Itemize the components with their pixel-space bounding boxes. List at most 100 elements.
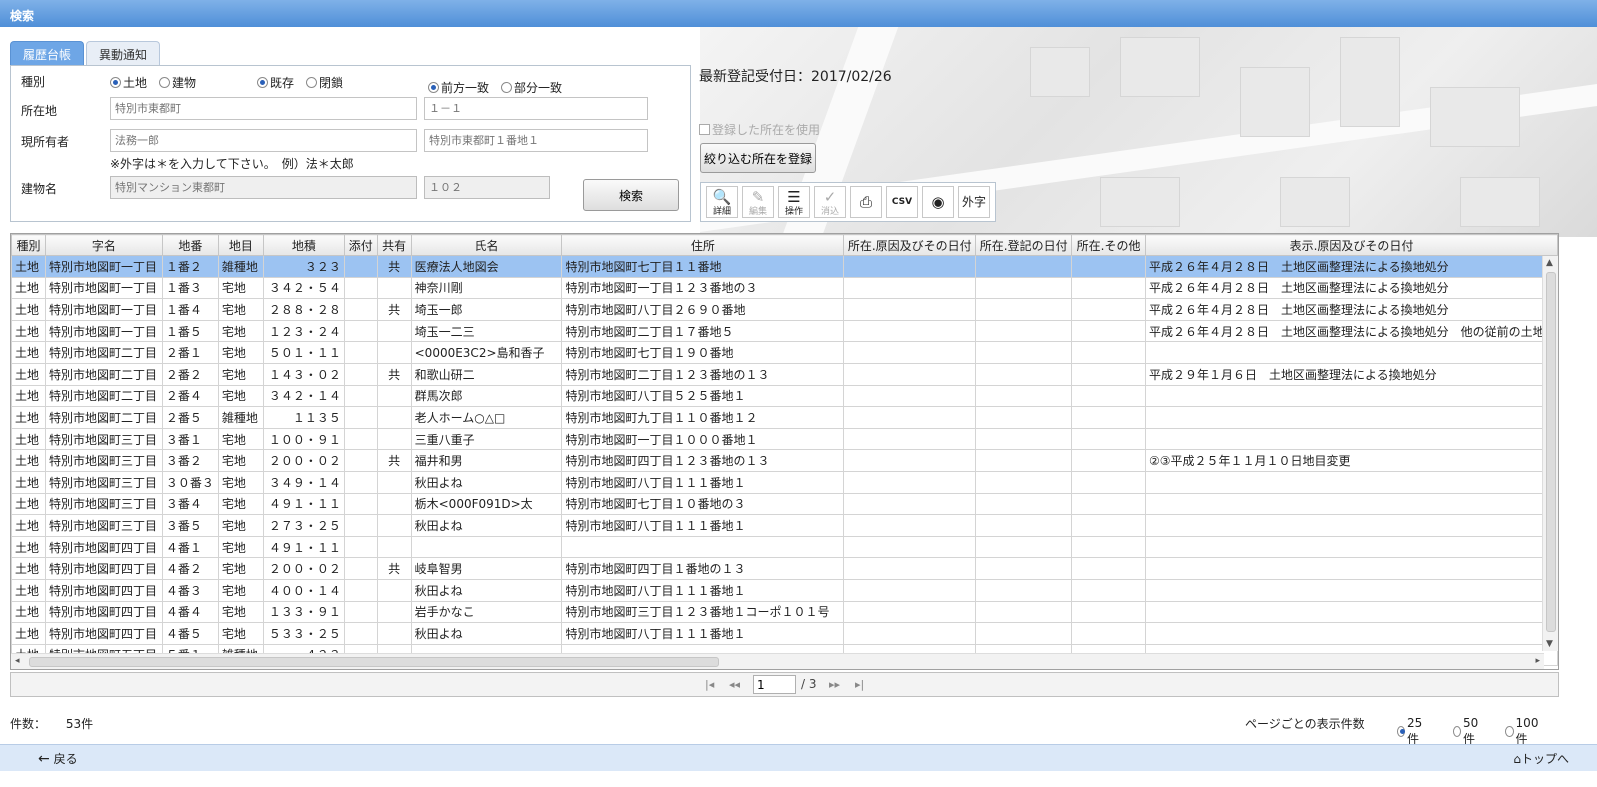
table-row[interactable]: 土地 特別市地図町一丁目 １番３ 宅地 ３４２・５４ 神奈川剛 特別市地図町一丁目１２３番地… [11,276,1558,300]
scroll-left-icon[interactable]: ◂ [15,656,20,666]
building-name-input[interactable] [110,176,417,199]
table-row[interactable]: 土地 特別市地図町三丁目 ３番１ 宅地 １００・９１ 三重八重子 特別市地図町一丁目１０００… [11,427,1558,451]
tab-history-ledger[interactable]: 履歴台帳 [10,41,85,65]
radio-closed[interactable]: 閉鎖 [306,74,343,91]
room-number-input[interactable] [424,176,550,199]
tab-change-notice[interactable]: 異動通知 [86,41,161,65]
table-cell: 土地 [11,341,46,364]
scroll-up-icon[interactable]: ▲ [1546,258,1553,268]
vertical-scrollbar[interactable]: ▲ ▼ [1542,256,1558,651]
table-cell [975,341,1073,364]
col-header[interactable]: 所在.登記の日付 [975,234,1073,256]
radio-partial-match[interactable]: 部分一致 [501,79,562,96]
table-cell: 和歌山研二 [410,362,563,386]
location-input[interactable] [110,97,417,120]
table-cell: 群馬次郎 [410,384,563,408]
search-button[interactable]: 検索 [583,179,679,211]
table-cell [410,535,563,559]
table-cell: 特別市地図町三丁目 [44,427,163,451]
table-cell: ３４２・５４ [262,276,345,300]
table-cell: 特別市地図町一丁目 [44,298,163,321]
owner-address-input[interactable] [424,129,648,152]
vertical-scroll-thumb[interactable] [1546,272,1556,632]
radio-50[interactable]: 50件 [1453,716,1481,747]
table-cell [1071,514,1147,537]
col-header[interactable]: 地目 [217,234,264,256]
radio-prefix-match[interactable]: 前方一致 [428,79,489,96]
col-header[interactable]: 所在.原因及びその日付 [843,234,977,256]
owner-input[interactable] [110,129,417,152]
prev-page-icon[interactable]: ◂◂ [729,678,740,691]
table-row[interactable]: 土地 特別市地図町二丁目 ２番１ 宅地 ５０１・１１ <0000E3C2>島和香子 特別市地… [11,341,1558,364]
table-row[interactable]: 土地 特別市地図町四丁目 ４番３ 宅地 ４００・１４ 秋田よね 特別市地図町八丁目１１１番地… [11,578,1558,602]
gaiji-button[interactable]: 外字 [958,186,990,218]
table-row[interactable]: 土地 特別市地図町二丁目 ２番２ 宅地 １４３・０２ 共和歌山研二 特別市地図町二丁目１２３… [11,362,1558,386]
lot-number-input[interactable] [424,97,648,120]
erase-caption: 消込 [820,207,839,217]
scroll-down-icon[interactable]: ▼ [1546,639,1553,649]
register-location-button[interactable]: 絞り込む所在を登録 [700,143,816,173]
use-registered-location-checkbox[interactable]: 登録した所在を使用 [699,121,820,138]
table-row[interactable]: 土地 特別市地図町一丁目 １番２ 雑種地 ３２３ 共医療法人地図会 特別市地図町七丁目１１番… [11,255,1558,278]
next-page-icon[interactable]: ▸▸ [829,678,840,691]
table-cell: １番２ [161,255,219,278]
col-header[interactable]: 地積 [262,234,345,256]
radio-building[interactable]: 建物 [159,74,196,91]
table-row[interactable]: 土地 特別市地図町二丁目 ２番５ 雑種地 １１３５ 老人ホーム○△□ 特別市地図町九丁目１１… [11,406,1558,429]
radio-existing[interactable]: 既存 [257,74,294,91]
col-header[interactable]: 種別 [11,234,46,256]
col-header[interactable]: 表示.原因及びその日付 [1145,234,1558,256]
first-page-icon[interactable]: |◂ [705,678,714,691]
table-row[interactable]: 土地 特別市地図町三丁目 ３０番３ 宅地 ３４９・１４ 秋田よね 特別市地図町八丁目１１１番… [11,470,1558,494]
toolbar: 🔍 詳細 ✎ 編集 ☰ 操作 ✓ 消込 ⎙ CSV ◉ 外字 [700,182,996,222]
table-row[interactable]: 土地 特別市地図町三丁目 ３番５ 宅地 ２７３・２５ 秋田よね 特別市地図町八丁目１１１番地… [11,514,1558,537]
table-cell: 共 [376,362,412,386]
page-number-input[interactable] [753,675,796,694]
table-row[interactable]: 土地 特別市地図町一丁目 １番４ 宅地 ２８８・２８ 共埼玉一郎 特別市地図町八丁目２６９０… [11,298,1558,321]
col-header[interactable]: 氏名 [410,234,563,256]
horizontal-scrollbar[interactable]: ◂ ▸ [11,653,1544,669]
erase-button[interactable]: ✓ 消込 [814,186,846,218]
table-row[interactable]: 土地 特別市地図町四丁目 ４番１ 宅地 ４９１・１１ [11,535,1558,559]
horizontal-scroll-thumb[interactable] [29,657,719,667]
edit-icon: ✎ [751,188,765,206]
table-cell [843,276,977,300]
table-cell: 医療法人地図会 [410,255,563,278]
table-row[interactable]: 土地 特別市地図町四丁目 ４番５ 宅地 ５３３・２５ 秋田よね 特別市地図町八丁目１１１番地… [11,622,1558,645]
col-header[interactable]: 地番 [161,234,219,256]
operation-button[interactable]: ☰ 操作 [778,186,810,218]
table-cell: 共 [376,449,412,472]
use-registered-location-label: 登録した所在を使用 [712,123,821,137]
csv-button[interactable]: CSV [886,186,918,218]
header-row: 種別 字名 地番 地目 地積 添付 共有 氏名 住所 所在.原因及びその日付 所… [11,234,1558,256]
table-cell [1145,578,1558,602]
camera-button[interactable]: ◉ [922,186,954,218]
table-cell [843,406,977,429]
last-page-icon[interactable]: ▸| [855,678,864,691]
table-cell: 平成２９年１月６日 土地区画整理法による換地処分 [1145,362,1558,386]
table-cell: ３４２・１４ [262,384,345,408]
table-row[interactable]: 土地 特別市地図町三丁目 ３番２ 宅地 ２００・０２ 共福井和男 特別市地図町四丁目１２３番… [11,449,1558,472]
edit-button[interactable]: ✎ 編集 [742,186,774,218]
back-button[interactable]: ← 戻る [38,750,78,767]
radio-prefix-match-label: 前方一致 [441,81,490,95]
top-button[interactable]: ⌂トップへ [1513,750,1569,767]
scroll-right-icon[interactable]: ▸ [1535,656,1540,666]
table-row[interactable]: 土地 特別市地図町二丁目 ２番４ 宅地 ３４２・１４ 群馬次郎 特別市地図町八丁目５２５番地… [11,384,1558,408]
table-cell: ２番２ [161,362,219,386]
radio-100[interactable]: 100件 [1505,716,1541,747]
col-header[interactable]: 所在.その他 [1071,234,1147,256]
col-header[interactable]: 字名 [44,234,163,256]
table-row[interactable]: 土地 特別市地図町一丁目 １番５ 宅地 １２３・２４ 埼玉一二三 特別市地図町二丁目１７番地… [11,319,1558,343]
col-header[interactable]: 添付 [343,234,378,256]
col-header[interactable]: 共有 [376,234,412,256]
radio-25[interactable]: 25件 [1397,716,1425,747]
table-row[interactable]: 土地 特別市地図町四丁目 ４番２ 宅地 ２００・０２ 共岐阜智男 特別市地図町四丁目１番地の… [11,557,1558,580]
detail-button[interactable]: 🔍 詳細 [706,186,738,218]
col-header[interactable]: 住所 [561,234,845,256]
print-button[interactable]: ⎙ [850,186,882,218]
table-row[interactable]: 土地 特別市地図町三丁目 ３番４ 宅地 ４９１・１１ 栃木<000F091D>太 特別市地図… [11,492,1558,516]
table-row[interactable]: 土地 特別市地図町四丁目 ４番４ 宅地 １３３・９１ 岩手かなこ 特別市地図町三丁目１２３番… [11,600,1558,624]
table-cell [843,319,977,343]
radio-land[interactable]: 土地 [110,74,147,91]
